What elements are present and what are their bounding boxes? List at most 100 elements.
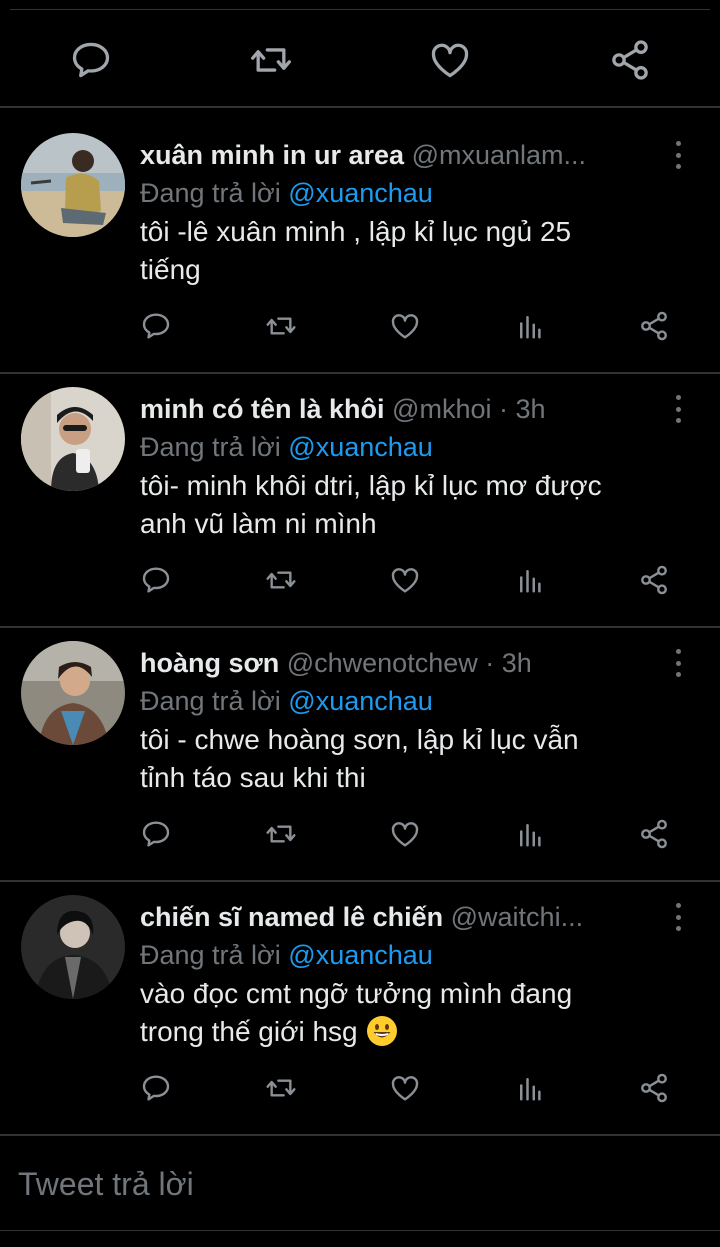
retweet-icon <box>265 818 297 850</box>
more-options-button[interactable] <box>664 646 692 680</box>
tweet-text: tôi - chwe hoàng sơn, lập kỉ lục vẫn tỉn… <box>140 721 680 797</box>
tweet-text-line: vào đọc cmt ngỡ tưởng mình đang <box>140 978 573 1009</box>
tweet-text: tôi- minh khôi dtri, lập kỉ lục mơ được … <box>140 467 680 543</box>
reply-button[interactable] <box>138 816 174 852</box>
replying-to: Đang trả lời @xuanchau <box>140 428 433 466</box>
display-name[interactable]: xuân minh in ur area <box>140 140 404 170</box>
divider <box>0 1134 720 1136</box>
retweet-icon <box>265 1072 297 1104</box>
tweet-text-line: tiếng <box>140 254 201 285</box>
share-icon <box>638 1072 670 1104</box>
retweet-button[interactable] <box>263 816 299 852</box>
replying-to: Đang trả lời @xuanchau <box>140 682 433 720</box>
views-icon <box>515 565 545 595</box>
replying-to-label: Đang trả lời <box>140 940 281 970</box>
retweet-icon <box>265 310 297 342</box>
top-divider <box>10 9 710 10</box>
divider <box>0 1230 720 1231</box>
avatar[interactable] <box>21 387 125 491</box>
tweet-header: chiến sĩ named lê chiến @waitchi... <box>140 898 665 936</box>
reply-icon <box>140 1072 172 1104</box>
retweet-button[interactable] <box>263 308 299 344</box>
reply-icon <box>140 310 172 342</box>
share-button[interactable] <box>636 816 672 852</box>
mention-link[interactable]: @xuanchau <box>288 432 433 462</box>
share-icon <box>638 310 670 342</box>
views-button[interactable] <box>512 308 548 344</box>
mention-link[interactable]: @xuanchau <box>288 940 433 970</box>
views-button[interactable] <box>512 816 548 852</box>
more-icon <box>675 649 681 654</box>
reply-composer-input[interactable]: Tweet trả lời <box>18 1162 194 1206</box>
more-options-button[interactable] <box>664 900 692 934</box>
more-icon <box>675 141 681 146</box>
avatar[interactable] <box>21 133 125 237</box>
user-handle[interactable]: @mxuanlam... <box>412 140 586 170</box>
main-tweet-actions <box>0 35 720 87</box>
reply-tweet[interactable]: minh có tên là khôi @mkhoi · 3h Đang trả… <box>0 362 720 614</box>
more-options-button[interactable] <box>664 138 692 172</box>
display-name[interactable]: minh có tên là khôi <box>140 394 385 424</box>
share-button[interactable] <box>636 562 672 598</box>
reply-tweet[interactable]: xuân minh in ur area @mxuanlam... Đang t… <box>0 108 720 360</box>
user-handle[interactable]: @waitchi... <box>451 902 583 932</box>
share-icon <box>638 564 670 596</box>
reply-button[interactable] <box>138 1070 174 1106</box>
views-button[interactable] <box>512 1070 548 1106</box>
mention-link[interactable]: @xuanchau <box>288 686 433 716</box>
reply-button[interactable] <box>66 35 116 85</box>
share-button[interactable] <box>605 35 655 85</box>
reply-tweet[interactable]: chiến sĩ named lê chiến @waitchi... Đang… <box>0 870 720 1122</box>
tweet-text-line: tôi -lê xuân minh , lập kỉ lục ngủ 25 <box>140 216 572 247</box>
retweet-icon <box>249 38 293 82</box>
views-icon <box>515 311 545 341</box>
user-handle[interactable]: @chwenotchew · 3h <box>287 648 532 678</box>
replying-to-label: Đang trả lời <box>140 686 281 716</box>
like-button[interactable] <box>425 35 475 85</box>
tweet-text-line: trong thế giới hsg <box>140 1013 680 1051</box>
user-handle[interactable]: @mkhoi · 3h <box>392 394 545 424</box>
tweet-header: minh có tên là khôi @mkhoi · 3h <box>140 390 665 428</box>
tweet-header: xuân minh in ur area @mxuanlam... <box>140 136 665 174</box>
display-name[interactable]: chiến sĩ named lê chiến <box>140 902 443 932</box>
display-name[interactable]: hoàng sơn <box>140 648 279 678</box>
avatar[interactable] <box>21 895 125 999</box>
tweet-actions <box>0 816 720 852</box>
share-icon <box>638 818 670 850</box>
retweet-button[interactable] <box>263 1070 299 1106</box>
like-button[interactable] <box>387 816 423 852</box>
avatar[interactable] <box>21 641 125 745</box>
more-options-button[interactable] <box>664 392 692 426</box>
more-icon <box>675 903 681 908</box>
tweet-actions <box>0 308 720 344</box>
tweet-text-line: tỉnh táo sau khi thi <box>140 762 366 793</box>
more-icon <box>675 395 681 400</box>
replying-to-label: Đang trả lời <box>140 432 281 462</box>
reply-button[interactable] <box>138 562 174 598</box>
tweet-text: tôi -lê xuân minh , lập kỉ lục ngủ 25 ti… <box>140 213 680 289</box>
replying-to: Đang trả lời @xuanchau <box>140 936 433 974</box>
tweet-text: vào đọc cmt ngỡ tưởng mình đang trong th… <box>140 975 680 1051</box>
retweet-button[interactable] <box>263 562 299 598</box>
reply-tweet[interactable]: hoàng sơn @chwenotchew · 3h Đang trả lời… <box>0 616 720 868</box>
views-icon <box>515 1073 545 1103</box>
retweet-button[interactable] <box>246 35 296 85</box>
views-button[interactable] <box>512 562 548 598</box>
share-button[interactable] <box>636 308 672 344</box>
share-button[interactable] <box>636 1070 672 1106</box>
replying-to: Đang trả lời @xuanchau <box>140 174 433 212</box>
tweet-actions <box>0 562 720 598</box>
reply-icon <box>140 818 172 850</box>
tweet-header: hoàng sơn @chwenotchew · 3h <box>140 644 665 682</box>
share-icon <box>608 38 652 82</box>
like-button[interactable] <box>387 1070 423 1106</box>
like-icon <box>428 38 472 82</box>
retweet-icon <box>265 564 297 596</box>
like-button[interactable] <box>387 562 423 598</box>
views-icon <box>515 819 545 849</box>
like-button[interactable] <box>387 308 423 344</box>
mention-link[interactable]: @xuanchau <box>288 178 433 208</box>
tweet-text-line: anh vũ làm ni mình <box>140 508 377 539</box>
reply-button[interactable] <box>138 308 174 344</box>
like-icon <box>389 310 421 342</box>
